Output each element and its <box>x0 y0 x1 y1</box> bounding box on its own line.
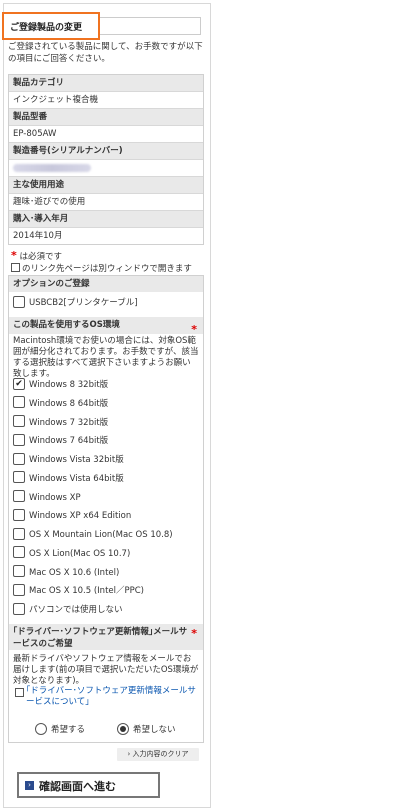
intro-text: ご登録されている製品に関して、お手数ですが以下の項目にご回答ください。 <box>8 42 203 64</box>
os-checkbox-label: Windows 7 32bit版 <box>29 417 109 428</box>
clear-input-label: 入力内容のクリア <box>132 750 189 758</box>
os-checkbox-row[interactable]: Windows 7 64bit版 <box>13 433 108 449</box>
page-title: ご登録製品の変更 <box>10 23 83 33</box>
os-checkbox-label: OS X Mountain Lion(Mac OS 10.8) <box>29 530 173 540</box>
checkbox-icon[interactable] <box>13 508 25 521</box>
clear-input-button[interactable]: › 入力内容のクリア <box>117 748 199 761</box>
os-section-header: この製品を使用するOS環境 * <box>9 317 203 336</box>
confirm-button-label: 確認画面へ進む <box>39 780 116 793</box>
info-label-purchase: 購入･導入年月 <box>9 211 203 228</box>
radio-selected-icon[interactable] <box>117 722 129 735</box>
info-value-purchase: 2014年10月 <box>9 228 203 244</box>
checkbox-icon[interactable] <box>13 546 25 559</box>
mail-section-title: ｢ドライバー･ソフトウェア更新情報｣メールサービスのご希望 <box>13 627 188 649</box>
os-checkbox-row[interactable]: Mac OS X 10.5 (Intel／PPC) <box>13 583 144 599</box>
os-checkbox-row[interactable]: OS X Lion(Mac OS 10.7) <box>13 546 130 562</box>
os-checkbox-label: Windows XP x64 Edition <box>29 511 132 522</box>
os-checkbox-row[interactable]: Windows Vista 64bit版 <box>13 471 124 487</box>
checkbox-icon[interactable] <box>13 471 25 484</box>
os-checkbox-row[interactable]: Mac OS X 10.6 (Intel) <box>13 565 119 581</box>
checkbox-icon[interactable] <box>13 602 25 615</box>
checkbox-icon[interactable] <box>13 490 25 502</box>
os-checkbox-label: Windows Vista 64bit版 <box>29 473 124 484</box>
page: ご登録製品の変更 ご登録されている製品に関して、お手数ですが以下の項目にご回答く… <box>0 0 400 809</box>
os-checkbox-row[interactable]: ✔ Windows 8 32bit版 <box>13 377 108 393</box>
checkbox-icon[interactable] <box>13 415 25 427</box>
mail-service-link[interactable]: ｢ドライバー･ソフトウェア更新情報メールサービスについて｣ <box>15 686 201 708</box>
arrow-right-icon: › <box>25 781 34 790</box>
os-checkbox-label: パソコンでは使用しない <box>29 605 123 615</box>
os-checkbox-row[interactable]: Windows XP <box>13 490 81 506</box>
mail-service-link-text[interactable]: ｢ドライバー･ソフトウェア更新情報メールサービスについて｣ <box>26 686 196 707</box>
radio-icon[interactable] <box>35 722 47 735</box>
os-checkbox-row[interactable]: パソコンでは使用しない <box>13 602 123 618</box>
os-checkbox-label: OS X Lion(Mac OS 10.7) <box>29 548 131 559</box>
os-checkbox-label: Windows XP <box>29 492 81 503</box>
checkmark-icon[interactable]: ✔ <box>13 377 25 390</box>
required-note-text: は必須です <box>19 252 62 262</box>
new-window-icon <box>15 688 24 697</box>
options-section-header: オプションのご登録 <box>9 276 203 292</box>
checkbox-icon[interactable] <box>13 565 25 577</box>
checkbox-icon[interactable] <box>13 433 25 446</box>
mail-description: 最新ドライバやソフトウェア情報をメールでお届けします(前の項目で選択いただいたO… <box>13 654 199 686</box>
mail-section-header: ｢ドライバー･ソフトウェア更新情報｣メールサービスのご希望 * <box>9 624 203 650</box>
options-section-title: オプションのご登録 <box>13 279 90 289</box>
info-label-usage: 主な使用用途 <box>9 177 203 194</box>
radio-not-want-label: 希望しない <box>133 725 176 735</box>
os-description: Macintosh環境でお使いの場合には、対象OS範囲が細分化されております。お… <box>13 336 199 379</box>
info-label-serial: 製造番号(シリアルナンバー) <box>9 143 203 160</box>
checkbox-icon[interactable] <box>13 396 25 409</box>
os-section-title: この製品を使用するOS環境 <box>13 320 120 330</box>
radio-want-label: 希望する <box>51 725 86 735</box>
checkbox-icon[interactable] <box>13 452 25 465</box>
os-checkbox-label: Windows 8 32bit版 <box>29 380 109 390</box>
registration-form: オプションのご登録 USBCB2[プリンタケーブル] この製品を使用するOS環境… <box>8 275 204 743</box>
title-bar <box>97 17 201 35</box>
info-value-serial <box>9 160 203 177</box>
info-value-usage: 趣味･遊びでの使用 <box>9 194 203 211</box>
os-checkbox-label: Mac OS X 10.5 (Intel／PPC) <box>29 586 144 597</box>
checkbox-icon[interactable] <box>13 295 25 308</box>
mail-required-icon: * <box>191 627 197 640</box>
link-note: のリンク先ページは別ウィンドウで開きます <box>11 262 192 275</box>
info-label-category: 製品カテゴリ <box>9 75 203 92</box>
new-window-icon <box>11 263 20 272</box>
serial-redacted <box>13 164 91 172</box>
page-title-box: ご登録製品の変更 <box>2 12 100 40</box>
os-checkbox-label: Windows Vista 32bit版 <box>29 455 124 465</box>
checkbox-icon[interactable] <box>13 527 25 540</box>
required-star-icon: * <box>11 249 17 262</box>
confirm-button[interactable]: › 確認画面へ進む <box>17 772 160 798</box>
os-checkbox-label: Mac OS X 10.6 (Intel) <box>29 567 120 578</box>
os-checkbox-label: Windows 8 64bit版 <box>29 398 109 409</box>
info-label-model: 製品型番 <box>9 109 203 126</box>
link-note-text: のリンク先ページは別ウィンドウで開きます <box>22 264 192 274</box>
checkbox-icon[interactable] <box>13 583 25 596</box>
option-usbcb2-label: USBCB2[プリンタケーブル] <box>29 298 138 308</box>
radio-not-want[interactable]: 希望しない <box>117 722 176 738</box>
os-checkbox-row[interactable]: Windows 8 64bit版 <box>13 396 108 412</box>
info-value-category: インクジェット複合機 <box>9 92 203 109</box>
info-value-model: EP-805AW <box>9 126 203 143</box>
os-checkbox-row[interactable]: Windows 7 32bit版 <box>13 415 108 431</box>
option-usbcb2-checkbox[interactable]: USBCB2[プリンタケーブル] <box>13 295 138 311</box>
os-checkbox-row[interactable]: OS X Mountain Lion(Mac OS 10.8) <box>13 527 173 543</box>
radio-want[interactable]: 希望する <box>35 722 85 738</box>
os-checkbox-row[interactable]: Windows XP x64 Edition <box>13 508 131 524</box>
os-checkbox-label: Windows 7 64bit版 <box>29 436 109 447</box>
os-checkbox-row[interactable]: Windows Vista 32bit版 <box>13 452 124 468</box>
product-info-table: 製品カテゴリ インクジェット複合機 製品型番 EP-805AW 製造番号(シリア… <box>8 74 204 245</box>
